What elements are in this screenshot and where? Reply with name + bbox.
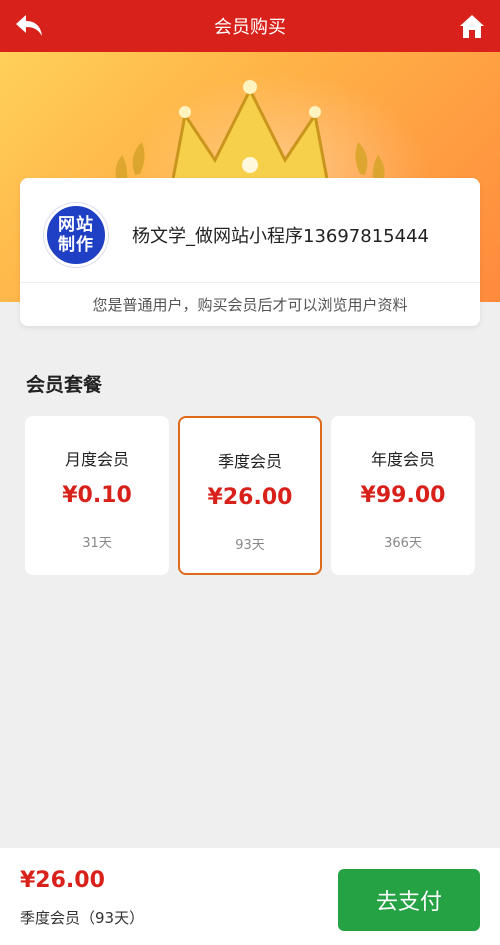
- plan-duration: 93天: [235, 538, 265, 553]
- membership-notice: 您是普通用户，购买会员后才可以浏览用户资料: [92, 296, 408, 314]
- username: 杨文学_做网站小程序13697815444: [132, 226, 429, 247]
- plan-card-yearly[interactable]: 年度会员 ¥99.00 366天: [331, 416, 475, 575]
- section-title: 会员套餐: [26, 374, 103, 396]
- selected-plan-desc: 季度会员（93天）: [20, 909, 145, 927]
- pay-button[interactable]: 去支付: [338, 869, 480, 931]
- plan-duration: 31天: [82, 536, 112, 551]
- avatar: 网站 制作: [44, 203, 108, 267]
- home-icon[interactable]: [458, 12, 486, 40]
- plan-name: 季度会员: [217, 452, 282, 471]
- plan-price: ¥0.10: [62, 483, 132, 508]
- page-title: 会员购买: [214, 17, 286, 38]
- plan-name: 年度会员: [370, 450, 435, 469]
- back-arrow-icon[interactable]: [14, 13, 44, 39]
- avatar-text-line1: 网站: [58, 215, 94, 235]
- top-nav-bar: 会员购买: [0, 0, 500, 52]
- plan-price: ¥26.00: [207, 485, 293, 510]
- plan-card-monthly[interactable]: 月度会员 ¥0.10 31天: [25, 416, 169, 575]
- total-price: ¥26.00: [20, 868, 105, 893]
- plan-name: 月度会员: [64, 450, 129, 469]
- avatar-text-line2: 制作: [58, 235, 94, 255]
- profile-card: 网站 制作 杨文学_做网站小程序13697815444 您是普通用户，购买会员后…: [20, 178, 480, 326]
- plan-card-quarterly[interactable]: 季度会员 ¥26.00 93天: [178, 416, 322, 575]
- plan-price: ¥99.00: [360, 483, 446, 508]
- divider: [20, 282, 480, 283]
- plan-duration: 366天: [384, 536, 422, 551]
- checkout-bar: ¥26.00 季度会员（93天） 去支付: [0, 848, 500, 945]
